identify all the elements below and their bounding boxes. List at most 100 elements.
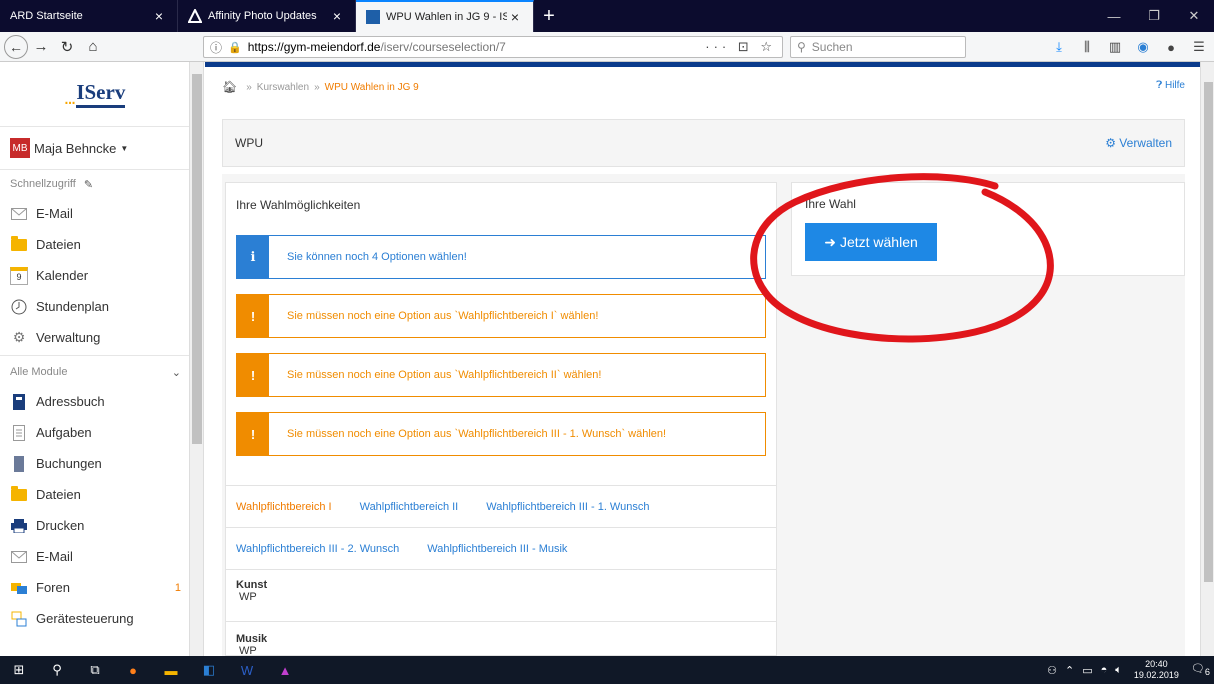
- sidebar-item-forums[interactable]: Foren 1: [0, 572, 189, 603]
- home-icon[interactable]: ⌂: [80, 34, 106, 60]
- tab-wahlpflichtbereich-3-wunsch-1[interactable]: Wahlpflichtbereich III - 1. Wunsch: [486, 501, 649, 513]
- close-icon[interactable]: ×: [329, 8, 345, 24]
- iserv-logo[interactable]: ... IServ: [0, 62, 189, 126]
- search-icon[interactable]: ⚲: [38, 656, 76, 684]
- windows-start-icon[interactable]: ⊞: [0, 656, 38, 684]
- scrollbar-thumb[interactable]: [1204, 82, 1213, 582]
- firefox-icon[interactable]: ●: [114, 656, 152, 684]
- word-icon[interactable]: W: [228, 656, 266, 684]
- help-link[interactable]: ❓︎ Hilfe: [1156, 80, 1185, 91]
- browser-tab-wpu[interactable]: WPU Wahlen in JG 9 - IServ - g ×: [356, 0, 534, 32]
- choose-now-button[interactable]: ➜ Jetzt wählen: [805, 223, 937, 261]
- home-icon[interactable]: 🏠︎: [222, 80, 237, 94]
- sidebar-item-bookings[interactable]: Buchungen: [0, 448, 189, 479]
- all-modules-text: Alle Module: [10, 366, 68, 378]
- user-menu[interactable]: MB Maja Behncke ▼: [0, 126, 189, 170]
- forward-arrow-icon[interactable]: →: [28, 34, 54, 60]
- affinity-photo-icon[interactable]: ▲: [266, 656, 304, 684]
- warning-alert: ! Sie müssen noch eine Option aus `Wahlp…: [236, 294, 766, 338]
- sidebar-item-email-module[interactable]: E-Mail: [0, 541, 189, 572]
- sidebar-icon[interactable]: ▥: [1104, 36, 1126, 58]
- minimize-icon[interactable]: —: [1094, 0, 1134, 32]
- file-explorer-icon[interactable]: ▬: [152, 656, 190, 684]
- browser-tab-affinity[interactable]: Affinity Photo Updates ×: [178, 0, 356, 32]
- close-icon[interactable]: ×: [151, 8, 167, 24]
- tab-wahlpflichtbereich-3-wunsch-2[interactable]: Wahlpflichtbereich III - 2. Wunsch: [236, 543, 399, 555]
- clock[interactable]: 20:40 19.02.2019: [1134, 659, 1179, 681]
- restore-icon[interactable]: ❐: [1134, 0, 1174, 32]
- choice-card: Ihre Wahl ➜ Jetzt wählen: [791, 182, 1185, 276]
- extension-icon[interactable]: ◉: [1132, 36, 1154, 58]
- url-bar[interactable]: ⓘ 🔒 https://gym-meiendorf.de /iserv/cour…: [203, 36, 783, 58]
- toolbar-icons: ⤓ ⫼ ▥ ◉ ● ☰: [1048, 36, 1210, 58]
- folder-icon: [10, 485, 28, 504]
- gear-icon: ⚙: [1105, 136, 1116, 150]
- sidebar-item-email[interactable]: E-Mail: [0, 198, 189, 229]
- tab-title: WPU Wahlen in JG 9 - IServ - g: [386, 11, 507, 23]
- breadcrumb-course-selection[interactable]: Kurswahlen: [257, 82, 309, 93]
- list-item[interactable]: Kunst WP: [236, 579, 267, 603]
- download-icon[interactable]: ⤓: [1048, 36, 1070, 58]
- page-scrollbar[interactable]: [1200, 62, 1214, 656]
- sidebar-item-files-module[interactable]: Dateien: [0, 479, 189, 510]
- sidebar-item-tasks[interactable]: Aufgaben: [0, 417, 189, 448]
- bookings-icon: [10, 455, 28, 473]
- network-icon[interactable]: ◓: [1101, 664, 1108, 676]
- header-accent-bar: [205, 62, 1200, 67]
- mail-icon: [10, 205, 28, 223]
- tab-wahlpflichtbereich-3-musik[interactable]: Wahlpflichtbereich III - Musik: [427, 543, 567, 555]
- page-actions-icon[interactable]: ··· ⊡ ☆: [705, 39, 776, 55]
- menu-icon[interactable]: ☰: [1188, 36, 1210, 58]
- addon-icon[interactable]: ●: [1160, 36, 1182, 58]
- sidebar-item-print[interactable]: Drucken: [0, 510, 189, 541]
- main-content: 🏠︎ » Kurswahlen » WPU Wahlen in JG 9 ❓︎ …: [205, 62, 1200, 656]
- library-icon[interactable]: ⫼: [1076, 36, 1098, 58]
- sidebar-item-addressbook[interactable]: Adressbuch: [0, 386, 189, 417]
- browser-nav-bar: ← → ↻ ⌂ ⓘ 🔒 https://gym-meiendorf.de /is…: [0, 32, 1214, 62]
- divider: [0, 355, 189, 356]
- help-label: Hilfe: [1164, 80, 1185, 91]
- windows-taskbar: ⊞ ⚲ ⧉ ● ▬ ◧ W ▲ ⚇ ⌃ ▭ ◓ 🔈︎ 20:40 19.02.2…: [0, 656, 1214, 684]
- search-icon: ⚲: [797, 40, 806, 54]
- sidebar-scrollbar[interactable]: [190, 62, 204, 656]
- back-arrow-icon[interactable]: ←: [4, 34, 28, 59]
- breadcrumb-current[interactable]: WPU Wahlen in JG 9: [325, 82, 419, 93]
- manage-link[interactable]: ⚙ Verwalten: [1105, 136, 1172, 150]
- outlook-icon[interactable]: ◧: [190, 656, 228, 684]
- exclamation-icon: !: [237, 295, 269, 337]
- sidebar-item-label: E-Mail: [36, 206, 73, 221]
- sidebar-item-calendar[interactable]: 9 Kalender: [0, 260, 189, 291]
- sidebar-item-admin[interactable]: ⚙ Verwaltung: [0, 322, 189, 353]
- info-icon[interactable]: ⓘ: [210, 39, 222, 56]
- notification-count: 6: [1204, 667, 1210, 678]
- task-view-icon[interactable]: ⧉: [76, 656, 114, 684]
- volume-icon[interactable]: 🔈︎: [1115, 664, 1122, 677]
- all-modules-toggle[interactable]: Alle Module ⌄: [0, 358, 189, 386]
- reload-icon[interactable]: ↻: [54, 34, 80, 60]
- sidebar-item-files[interactable]: Dateien: [0, 229, 189, 260]
- window-controls: — ❐ ✕: [1094, 0, 1214, 32]
- notification-badge: 1: [174, 581, 181, 594]
- sidebar-item-timetable[interactable]: Stundenplan: [0, 291, 189, 322]
- close-window-icon[interactable]: ✕: [1174, 0, 1214, 32]
- sidebar-item-label: Drucken: [36, 518, 85, 533]
- battery-icon[interactable]: ▭: [1082, 664, 1092, 677]
- chevron-up-icon[interactable]: ⌃: [1065, 664, 1074, 677]
- new-tab-button[interactable]: +: [534, 0, 564, 32]
- search-input[interactable]: ⚲ Suchen: [790, 36, 966, 58]
- sidebar-item-device-control[interactable]: Gerätesteuerung: [0, 603, 189, 634]
- notifications-icon[interactable]: 🗨︎6: [1191, 662, 1210, 677]
- url-host: https://gym-meiendorf.de: [247, 40, 381, 54]
- tab-wahlpflichtbereich-1[interactable]: Wahlpflichtbereich I: [236, 501, 332, 513]
- pencil-icon[interactable]: ✎: [84, 178, 93, 191]
- close-icon[interactable]: ×: [507, 9, 523, 25]
- scrollbar-thumb[interactable]: [192, 74, 202, 444]
- tab-wahlpflichtbereich-2[interactable]: Wahlpflichtbereich II: [360, 501, 459, 513]
- people-icon[interactable]: ⚇: [1047, 664, 1057, 677]
- chevron-down-icon: ⌄: [171, 366, 181, 379]
- clock-time: 20:40: [1145, 659, 1168, 669]
- forum-icon: [10, 579, 28, 597]
- sidebar-item-label: Dateien: [36, 487, 81, 502]
- browser-tab-ard[interactable]: ARD Startseite ×: [0, 0, 178, 32]
- list-item[interactable]: Musik WP: [236, 633, 267, 655]
